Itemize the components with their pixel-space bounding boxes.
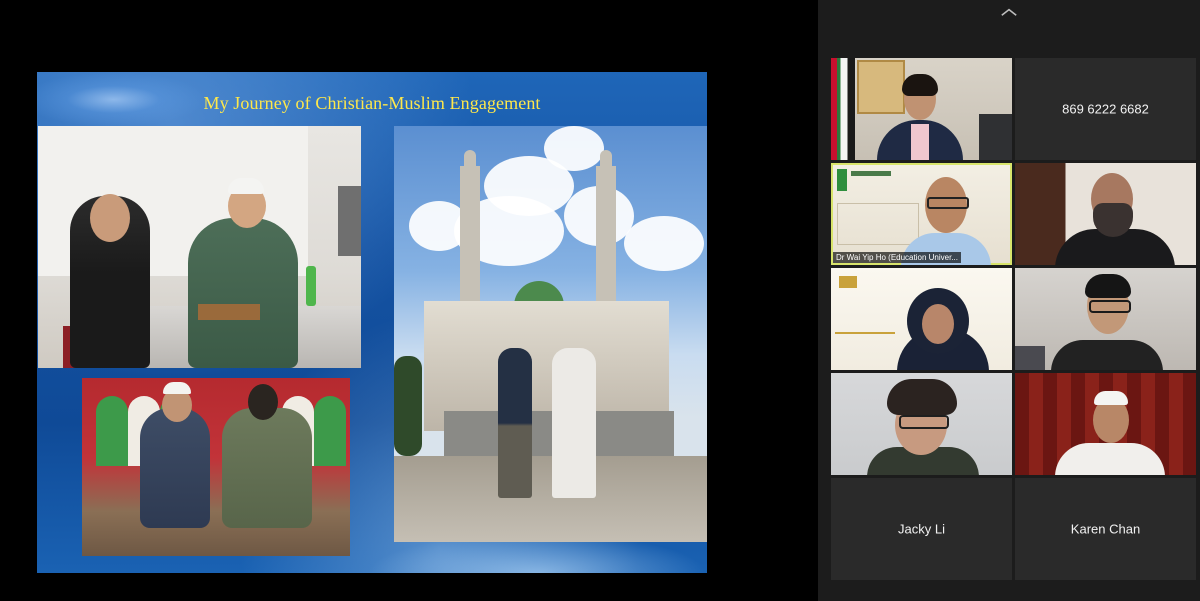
chevron-up-icon[interactable] xyxy=(1001,4,1017,20)
participant-gallery: 869 6222 6682 Dr Wai Yip Ho (Education U… xyxy=(818,0,1200,601)
participant-video-tile[interactable] xyxy=(1015,373,1196,475)
participant-video-tile[interactable] xyxy=(831,268,1012,370)
participant-name-label: Dr Wai Yip Ho (Education Univer... xyxy=(833,252,961,263)
participant-video-tile[interactable] xyxy=(1015,163,1196,265)
participant-video-tile[interactable] xyxy=(831,58,1012,160)
slide-title: My Journey of Christian-Muslim Engagemen… xyxy=(203,93,541,113)
participant-name: Karen Chan xyxy=(1070,521,1141,537)
shared-screen: My Journey of Christian-Muslim Engagemen… xyxy=(0,0,818,601)
participant-video-tile[interactable] xyxy=(831,373,1012,475)
mosque-photo xyxy=(394,126,707,542)
participant-video-tile[interactable] xyxy=(1015,268,1196,370)
participant-name-tile[interactable]: 869 6222 6682 xyxy=(1015,58,1196,160)
presentation-slide: My Journey of Christian-Muslim Engagemen… xyxy=(37,72,707,573)
sitting-discussion-photo xyxy=(82,378,350,556)
participant-name-tile[interactable]: Karen Chan xyxy=(1015,478,1196,580)
participant-phone-number: 869 6222 6682 xyxy=(1062,101,1149,117)
participant-name-tile[interactable]: Jacky Li xyxy=(831,478,1012,580)
participant-video-tile-active-speaker[interactable]: Dr Wai Yip Ho (Education Univer... xyxy=(831,163,1012,265)
seminar-photo xyxy=(38,126,361,368)
participant-name: Jacky Li xyxy=(898,521,945,537)
